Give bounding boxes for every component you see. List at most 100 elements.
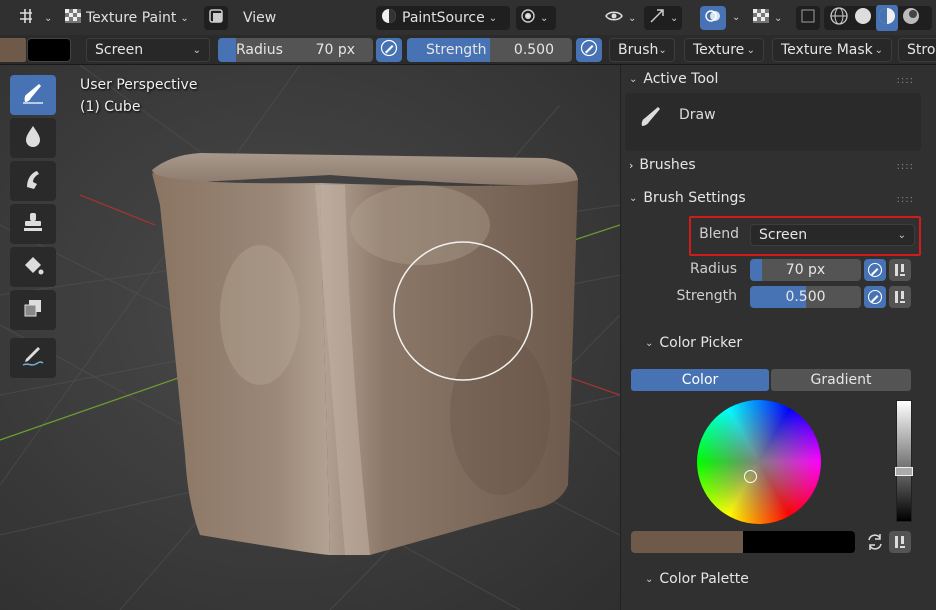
primary-color-swatch[interactable] (0, 38, 26, 62)
texture-mask-menu-label: Texture Mask (781, 42, 873, 58)
annotate-icon (20, 343, 46, 373)
radius-pressure-button[interactable] (376, 38, 402, 62)
toggle-button[interactable] (204, 6, 228, 30)
color-palette-header[interactable]: ⌄ Color Palette (645, 571, 749, 587)
brush-menu[interactable]: Brush ⌄ (609, 38, 675, 62)
draw-brush-icon (20, 80, 46, 110)
gizmo-dropdown[interactable]: ⌄ (644, 6, 683, 30)
strength-pressure-button[interactable] (576, 38, 602, 62)
material-preview-icon[interactable] (876, 5, 898, 31)
stroke-menu[interactable]: Stroke (898, 38, 936, 62)
xray-dropdown[interactable]: ⌄ (748, 6, 786, 30)
color-wheel-cursor[interactable] (744, 470, 757, 483)
value-slider[interactable] (895, 400, 913, 522)
strength-pressure-button[interactable] (864, 286, 886, 308)
smear-icon (21, 167, 45, 195)
overlays-button[interactable] (700, 6, 726, 30)
chevron-down-icon: ⌄ (540, 12, 549, 24)
clone-tool-button[interactable] (10, 204, 56, 244)
blend-mode-dropdown[interactable]: Screen ⌄ (86, 38, 210, 62)
active-tool-header[interactable]: ⌄ Active Tool (629, 71, 718, 87)
blend-mode-value: Screen (95, 42, 144, 58)
clone-stamp-icon (21, 210, 45, 238)
tab-color[interactable]: Color (631, 369, 769, 391)
draw-tool-button[interactable] (10, 75, 56, 115)
view-menu[interactable]: View (239, 6, 280, 30)
lock-unit-icon (895, 291, 905, 303)
properties-sidebar: ⌄ Active Tool :::: Draw › Brushes :::: ⌄… (620, 65, 936, 610)
radius-slider[interactable]: Radius 70 px (218, 38, 373, 62)
strength-slider[interactable]: Strength 0.500 (407, 38, 572, 62)
overlays-icon (705, 8, 721, 28)
primary-color-swatch[interactable] (631, 531, 743, 553)
texture-menu[interactable]: Texture ⌄ (684, 38, 764, 62)
texture-menu-label: Texture (693, 42, 745, 58)
mask-tool-button[interactable] (10, 290, 56, 330)
strength-field[interactable]: 0.500 (750, 286, 861, 308)
radius-pressure-button[interactable] (864, 259, 886, 281)
pen-pressure-icon (580, 39, 598, 61)
paint-source-dropdown[interactable]: PaintSource ⌄ (376, 6, 510, 30)
swap-colors-icon[interactable] (864, 531, 886, 557)
value-slider-handle[interactable] (895, 467, 913, 476)
editor-type-icon (18, 7, 40, 29)
soften-drop-icon (22, 124, 44, 152)
strength-unit-button[interactable] (889, 286, 911, 308)
tab-gradient[interactable]: Gradient (771, 369, 911, 391)
soften-tool-button[interactable] (10, 118, 56, 158)
secondary-color-swatch[interactable] (743, 531, 855, 553)
mask-icon (21, 296, 45, 324)
wireframe-icon[interactable] (828, 5, 850, 31)
fill-bucket-icon (21, 253, 45, 281)
xray-icon (801, 9, 815, 27)
stroke-menu-label: Stroke (907, 42, 936, 58)
brushes-header[interactable]: › Brushes (629, 157, 696, 173)
strength-label: Strength (426, 42, 487, 58)
lock-unit-icon (895, 536, 905, 548)
xray-toggle[interactable] (796, 6, 820, 30)
checker-icon (752, 8, 770, 28)
strength-value: 0.500 (785, 289, 826, 305)
checker-icon (64, 8, 82, 28)
chevron-down-icon[interactable]: ⌄ (732, 12, 740, 23)
brush-settings-header[interactable]: ⌄ Brush Settings (629, 190, 746, 206)
overlay-square-icon (208, 8, 224, 28)
chevron-down-icon: ⌄ (629, 192, 638, 204)
pivot-dropdown[interactable]: ⌄ (516, 6, 556, 30)
secondary-color-swatch[interactable] (27, 38, 71, 62)
rendered-icon[interactable] (900, 5, 922, 31)
chevron-down-icon: ⌄ (628, 12, 637, 24)
mode-dropdown[interactable]: Texture Paint ⌄ (60, 6, 193, 30)
editor-type-button[interactable]: ⌄ (14, 6, 56, 30)
pen-pressure-icon (867, 289, 883, 305)
viewport-perspective-label: User Perspective (80, 77, 198, 93)
color-picker-header[interactable]: ⌄ Color Picker (645, 335, 742, 351)
active-tool-title: Active Tool (643, 71, 719, 87)
tool-settings-bar: Screen ⌄ Radius 70 px Strength 0.500 Bru… (0, 35, 936, 65)
active-tool-name[interactable]: Draw (679, 107, 716, 123)
3d-viewport[interactable]: User Perspective (1) Cube (0, 65, 620, 610)
color-picker-title: Color Picker (659, 335, 743, 351)
chevron-down-icon: ⌄ (44, 12, 53, 24)
brush-settings-title: Brush Settings (643, 190, 746, 206)
drag-grip-icon[interactable]: :::: (897, 161, 914, 172)
annotate-tool-button[interactable] (10, 338, 56, 378)
radius-field[interactable]: 70 px (750, 259, 861, 281)
texture-mask-menu[interactable]: Texture Mask ⌄ (772, 38, 892, 62)
blend-dropdown[interactable]: Screen ⌄ (750, 224, 915, 246)
visibility-dropdown[interactable]: ⌄ (600, 6, 640, 30)
chevron-down-icon: ⌄ (629, 73, 638, 85)
color-unit-button[interactable] (889, 531, 911, 553)
eye-icon (604, 8, 624, 28)
drag-grip-icon[interactable]: :::: (897, 194, 914, 205)
smear-tool-button[interactable] (10, 161, 56, 201)
color-wheel[interactable] (697, 400, 821, 524)
viewport-scene (0, 65, 620, 610)
chevron-down-icon: ⌄ (658, 44, 667, 56)
pen-pressure-icon (380, 39, 398, 61)
drag-grip-icon[interactable]: :::: (897, 75, 914, 86)
radius-unit-button[interactable] (889, 259, 911, 281)
solid-icon[interactable] (852, 5, 874, 31)
chevron-down-icon: ⌄ (746, 44, 755, 56)
fill-tool-button[interactable] (10, 247, 56, 287)
